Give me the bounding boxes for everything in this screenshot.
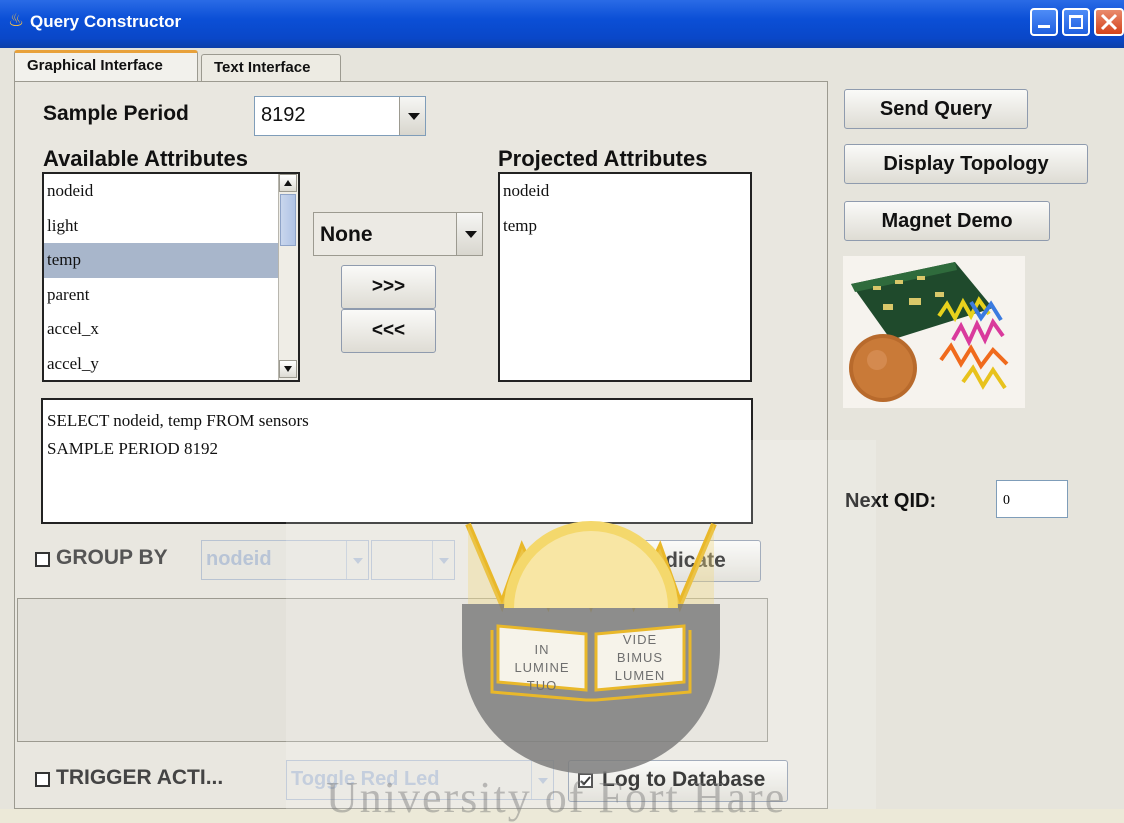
- close-icon: [1100, 13, 1118, 31]
- list-item-temp[interactable]: temp: [500, 209, 750, 244]
- motto-left-line-3: TUO: [527, 678, 557, 693]
- magnet-demo-button[interactable]: Magnet Demo: [844, 201, 1050, 241]
- motto-left-line-2: LUMINE: [514, 660, 569, 675]
- projected-attributes-label: Projected Attributes: [498, 146, 708, 171]
- scroll-thumb[interactable]: [280, 194, 296, 246]
- chevron-down-icon[interactable]: [399, 97, 425, 135]
- minimize-icon: [1038, 25, 1050, 28]
- list-item-light[interactable]: light: [44, 209, 278, 244]
- projected-attributes-list[interactable]: nodeid temp: [498, 172, 752, 382]
- title-bar[interactable]: ♨ Query Constructor: [0, 0, 1124, 48]
- scroll-down-button[interactable]: [279, 360, 297, 378]
- mote-image: [843, 256, 1025, 408]
- sample-period-value: 8192: [261, 104, 306, 126]
- list-item-temp[interactable]: temp: [44, 243, 278, 278]
- scroll-down-icon: [284, 366, 292, 372]
- java-cup-icon: ♨: [8, 10, 25, 30]
- motto-left-line-1: IN: [535, 642, 550, 657]
- group-by-field-value: nodeid: [206, 548, 272, 570]
- query-line-select: SELECT nodeid, temp FROM sensors: [47, 411, 309, 430]
- add-attribute-button[interactable]: >>>: [341, 265, 436, 309]
- remove-attribute-button[interactable]: <<<: [341, 309, 436, 353]
- scroll-up-button[interactable]: [279, 174, 297, 192]
- tab-graphical-interface[interactable]: Graphical Interface: [14, 50, 198, 83]
- list-item-accel-y[interactable]: accel_y: [44, 347, 278, 382]
- scroll-up-icon: [284, 180, 292, 186]
- minimize-button[interactable]: [1030, 8, 1058, 36]
- available-attributes-list[interactable]: nodeid light temp parent accel_x accel_y: [42, 172, 300, 382]
- available-attributes-label: Available Attributes: [43, 146, 248, 171]
- group-by-checkbox[interactable]: [35, 552, 50, 567]
- list-item-accel-x[interactable]: accel_x: [44, 312, 278, 347]
- watermark-text: University of Fort Hare: [326, 773, 787, 822]
- aggregate-combo[interactable]: None: [313, 212, 483, 256]
- maximize-icon: [1069, 15, 1083, 29]
- motto-right-line-1: VIDE: [623, 632, 657, 647]
- sample-period-combo[interactable]: 8192: [254, 96, 426, 136]
- list-item-nodeid[interactable]: nodeid: [44, 174, 278, 209]
- trigger-action-label: TRIGGER ACTI...: [56, 766, 224, 789]
- query-constructor-window: ♨ Query Constructor Graphical Interface …: [0, 0, 1124, 822]
- university-crest: IN LUMINE TUO VIDE BIMUS LUMEN: [462, 521, 720, 774]
- group-by-label: GROUP BY: [56, 546, 168, 569]
- window-title: Query Constructor: [30, 12, 182, 31]
- available-attributes-scrollbar[interactable]: [278, 174, 298, 380]
- motto-right-line-2: BIMUS: [617, 650, 663, 665]
- list-item-nodeid[interactable]: nodeid: [500, 174, 750, 209]
- sample-period-label: Sample Period: [43, 102, 189, 125]
- next-qid-field[interactable]: 0: [996, 480, 1068, 518]
- close-button[interactable]: [1094, 8, 1124, 36]
- trigger-checkbox[interactable]: [35, 772, 50, 787]
- display-topology-button[interactable]: Display Topology: [844, 144, 1088, 184]
- list-item-parent[interactable]: parent: [44, 278, 278, 313]
- motto-right-line-3: LUMEN: [615, 668, 666, 683]
- aggregate-value: None: [320, 223, 373, 246]
- maximize-button[interactable]: [1062, 8, 1090, 36]
- send-query-button[interactable]: Send Query: [844, 89, 1028, 129]
- tab-text-interface[interactable]: Text Interface: [201, 54, 341, 81]
- available-attributes-items: nodeid light temp parent accel_x accel_y: [44, 174, 278, 381]
- chevron-down-icon[interactable]: [456, 213, 482, 255]
